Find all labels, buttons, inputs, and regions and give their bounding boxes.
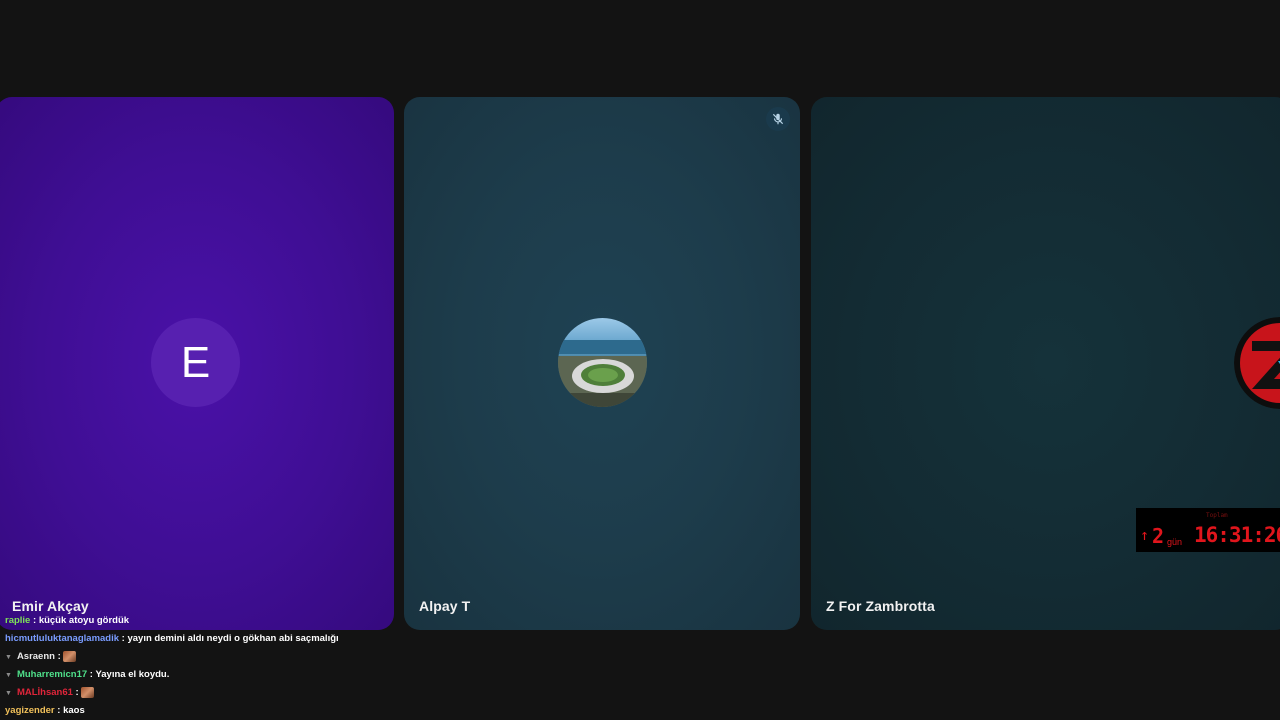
participant-tile-alpay[interactable]: Alpay T — [404, 97, 800, 630]
emote-icon — [81, 686, 95, 698]
avatar-stadium-image — [558, 318, 647, 407]
chat-username: hicmutluluktanaglamadik — [5, 633, 120, 644]
chat-message: ▼ Muharremicn17 : Yayına el koydu. — [5, 669, 170, 680]
participant-name: Z For Zambrotta — [826, 598, 935, 614]
clock-time: 16:31:26 — [1194, 523, 1280, 547]
chat-text: küçük atoyu gördük — [38, 615, 130, 626]
chat-username: Asraenn — [16, 651, 55, 662]
chat-message: ▼ Asraenn : — [5, 650, 77, 664]
chat-message: hicmutluluktanaglamadik : yayın demini a… — [5, 633, 339, 644]
clock-days-unit: gün — [1167, 537, 1183, 547]
chat-text: yayın demini aldı neydi o gökhan abi saç… — [127, 633, 339, 644]
uptime-clock: Toplam ↑ 2 gün 16:31:26 — [1136, 508, 1280, 552]
bullet-icon: ▼ — [5, 690, 12, 697]
bullet-icon: ▼ — [5, 654, 12, 661]
avatar-letter: E — [180, 337, 211, 387]
chat-username: yagizender — [5, 705, 55, 716]
bullet-icon: ▼ — [5, 672, 12, 679]
chat-text: kaos — [63, 705, 85, 716]
participant-name: Emir Akçay — [12, 598, 89, 614]
emote-icon — [63, 650, 77, 662]
avatar-z-logo — [1234, 317, 1280, 409]
clock-header: Toplam — [1206, 512, 1228, 519]
chat-username: MALİhsan61 — [16, 687, 73, 698]
chat-text: Yayına el koydu. — [95, 669, 170, 680]
participant-name: Alpay T — [419, 598, 471, 614]
chat-message: yagizender : kaos — [5, 705, 85, 716]
participant-tile-emir[interactable]: E Emir Akçay — [0, 97, 394, 630]
clock-days: 2 — [1152, 524, 1165, 548]
up-arrow-icon: ↑ — [1140, 526, 1150, 544]
chat-message: ▼ MALİhsan61 : — [5, 686, 95, 700]
chat-message: raplie : küçük atoyu gördük — [5, 615, 130, 626]
chat-username: Muharremicn17 — [16, 669, 88, 680]
avatar: E — [151, 318, 240, 407]
chat-username: raplie — [5, 615, 31, 626]
mic-off-icon — [766, 107, 790, 131]
